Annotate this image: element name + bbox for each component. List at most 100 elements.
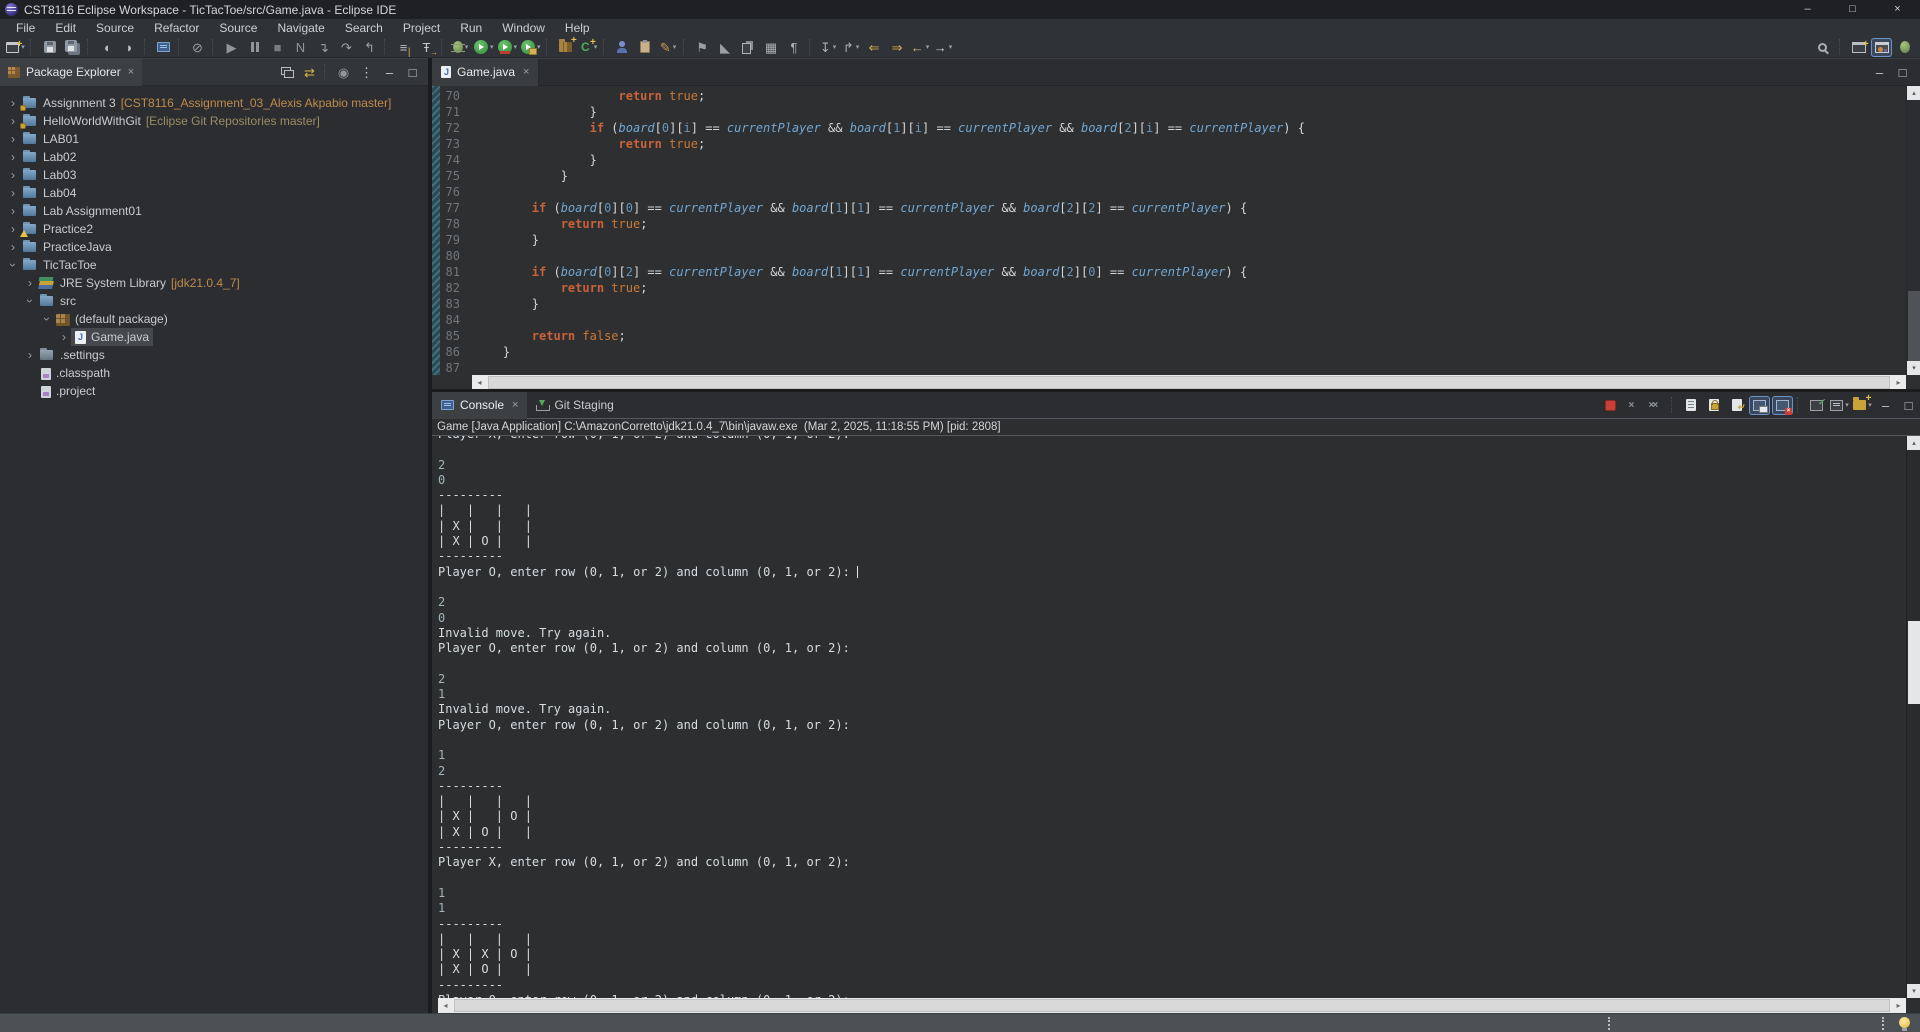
step-return-icon[interactable]: ↰	[359, 38, 380, 57]
close-icon[interactable]: ×	[523, 66, 529, 78]
scroll-up-icon[interactable]: ▴	[1907, 436, 1920, 450]
minimize-view-icon[interactable]: –	[1875, 396, 1896, 415]
line-number[interactable]: 70	[440, 88, 474, 104]
scroll-left-icon[interactable]: ◂	[472, 375, 487, 390]
scroll-left-icon[interactable]: ◂	[438, 998, 453, 1013]
scroll-lock-icon[interactable]	[1703, 396, 1724, 415]
display-console-icon[interactable]: ▾	[1829, 396, 1850, 415]
tree-item-content[interactable]: src	[37, 292, 80, 310]
line-number[interactable]: 74	[440, 152, 474, 168]
terminate-button[interactable]	[1600, 396, 1621, 415]
tree-item-content[interactable]: Lab02	[20, 148, 80, 166]
tree-item-content[interactable]: Lab04	[20, 184, 80, 202]
last-edit-location-icon[interactable]: ↧▾	[818, 38, 839, 57]
show-stderr-icon[interactable]	[1772, 396, 1793, 415]
menu-project[interactable]: Project	[393, 19, 450, 37]
new-wizard-icon[interactable]: ▾	[5, 38, 26, 57]
line-number[interactable]: 82	[440, 280, 474, 296]
chevron-down-icon[interactable]: ›	[6, 258, 20, 272]
dropdown-arrow-icon[interactable]: ▾	[833, 43, 837, 51]
close-button[interactable]: ×	[1875, 0, 1920, 19]
tree-item-content[interactable]: (default package)	[54, 310, 172, 328]
line-number[interactable]: 77	[440, 200, 474, 216]
tree-item-practicejava[interactable]: ›PracticeJava	[0, 238, 428, 256]
tree-item-practice2[interactable]: ›Practice2	[0, 220, 428, 238]
scroll-up-icon[interactable]: ▴	[1907, 86, 1920, 100]
link-editor-icon[interactable]: ⇄	[299, 63, 320, 82]
tree-item-jre-system-library[interactable]: ›JRE System Library[jdk21.0.4_7]	[0, 274, 428, 292]
tree-item-lab01[interactable]: ›LAB01	[0, 130, 428, 148]
line-number[interactable]: 85	[440, 328, 474, 344]
tree-item--settings[interactable]: ›.settings	[0, 346, 428, 364]
chevron-right-icon[interactable]: ›	[57, 330, 71, 344]
previous-edit-icon[interactable]: ↱▾	[841, 38, 862, 57]
open-console-icon[interactable]: ▾	[1852, 396, 1873, 415]
line-number[interactable]: 72	[440, 120, 474, 136]
line-number[interactable]: 80	[440, 248, 474, 264]
dropdown-arrow-icon[interactable]: ▾	[490, 43, 494, 51]
tab-package-explorer[interactable]: Package Explorer ×	[0, 59, 142, 86]
clear-console-icon[interactable]	[1680, 396, 1701, 415]
tree-item-content[interactable]: TicTacToe	[20, 256, 101, 274]
step-over-icon[interactable]: ↷	[336, 38, 357, 57]
tree-item-lab02[interactable]: ›Lab02	[0, 148, 428, 166]
menu-help[interactable]: Help	[555, 19, 600, 37]
menu-source[interactable]: Source	[209, 19, 267, 37]
chevron-right-icon[interactable]: ›	[6, 186, 20, 200]
scrollbar-thumb[interactable]	[488, 376, 1890, 389]
coverage-icon[interactable]: ▾	[497, 38, 519, 57]
line-number[interactable]: 71	[440, 104, 474, 120]
menu-edit[interactable]: Edit	[45, 19, 86, 37]
tree-item-game-java[interactable]: ›Game.java	[0, 328, 428, 346]
minimize-view-icon[interactable]: –	[379, 63, 400, 82]
search-icon[interactable]	[1814, 38, 1835, 57]
step-into-icon[interactable]: ↴	[313, 38, 334, 57]
pause-icon[interactable]	[244, 38, 265, 57]
resume-icon[interactable]: ▶	[221, 38, 242, 57]
pin-console-icon[interactable]	[1806, 396, 1827, 415]
build-icon[interactable]: ◣	[715, 38, 736, 57]
tree-item-content[interactable]: .project	[37, 382, 99, 400]
maximize-view-icon[interactable]: □	[1892, 63, 1913, 82]
tips-lightbulb-icon[interactable]	[1899, 1017, 1910, 1028]
scroll-right-icon[interactable]: ▸	[1891, 998, 1906, 1013]
chevron-right-icon[interactable]: ›	[6, 168, 20, 182]
skip-breakpoints-icon[interactable]: ⊘	[187, 38, 208, 57]
forward-icon[interactable]: →▾	[933, 38, 954, 57]
tree-item--project[interactable]: ›.project	[0, 382, 428, 400]
word-wrap-icon[interactable]	[1726, 396, 1747, 415]
save-all-icon[interactable]	[62, 38, 83, 57]
tree-item-content[interactable]: Lab03	[20, 166, 80, 184]
tree-item-tictactoe[interactable]: ›TicTacToe	[0, 256, 428, 274]
flag-icon[interactable]: ⚑	[692, 38, 713, 57]
minimize-button[interactable]: –	[1785, 0, 1830, 19]
close-icon[interactable]: ×	[512, 399, 518, 411]
back-annotation-icon[interactable]: ⇐	[864, 38, 885, 57]
dropdown-arrow-icon[interactable]: ▾	[465, 43, 469, 51]
open-task-icon[interactable]	[612, 38, 633, 57]
chevron-right-icon[interactable]: ›	[6, 150, 20, 164]
line-number[interactable]: 87	[440, 360, 474, 375]
menu-navigate[interactable]: Navigate	[267, 19, 334, 37]
collapse-all-icon[interactable]	[276, 63, 297, 82]
close-icon[interactable]: ×	[128, 66, 134, 78]
fetch-swoosh-icon[interactable]: ◖	[96, 38, 117, 57]
maximize-view-icon[interactable]: □	[402, 63, 423, 82]
line-number[interactable]: 86	[440, 344, 474, 360]
dropdown-arrow-icon[interactable]: ▾	[514, 43, 518, 51]
tree-item-content[interactable]: Lab Assignment01	[20, 202, 146, 220]
menu-run[interactable]: Run	[450, 19, 492, 37]
dropdown-arrow-icon[interactable]: ▾	[537, 43, 541, 51]
tab-git-staging[interactable]: Git Staging	[527, 392, 622, 419]
tree-item-content[interactable]: .settings	[37, 346, 109, 364]
view-menu-icon[interactable]: ⋮	[356, 63, 377, 82]
menu-refactor[interactable]: Refactor	[144, 19, 209, 37]
chevron-right-icon[interactable]: ›	[6, 204, 20, 218]
scrollbar-thumb[interactable]	[1908, 621, 1920, 704]
push-swoosh-icon[interactable]: ◗	[119, 38, 140, 57]
tree-item-lab04[interactable]: ›Lab04	[0, 184, 428, 202]
debug-perspective-icon[interactable]	[1894, 38, 1915, 57]
console-horizontal-scrollbar[interactable]: ◂ ▸	[438, 998, 1906, 1013]
console-output[interactable]: Player X, enter row (0, 1, or 2) and col…	[432, 436, 1906, 998]
line-number[interactable]: 84	[440, 312, 474, 328]
